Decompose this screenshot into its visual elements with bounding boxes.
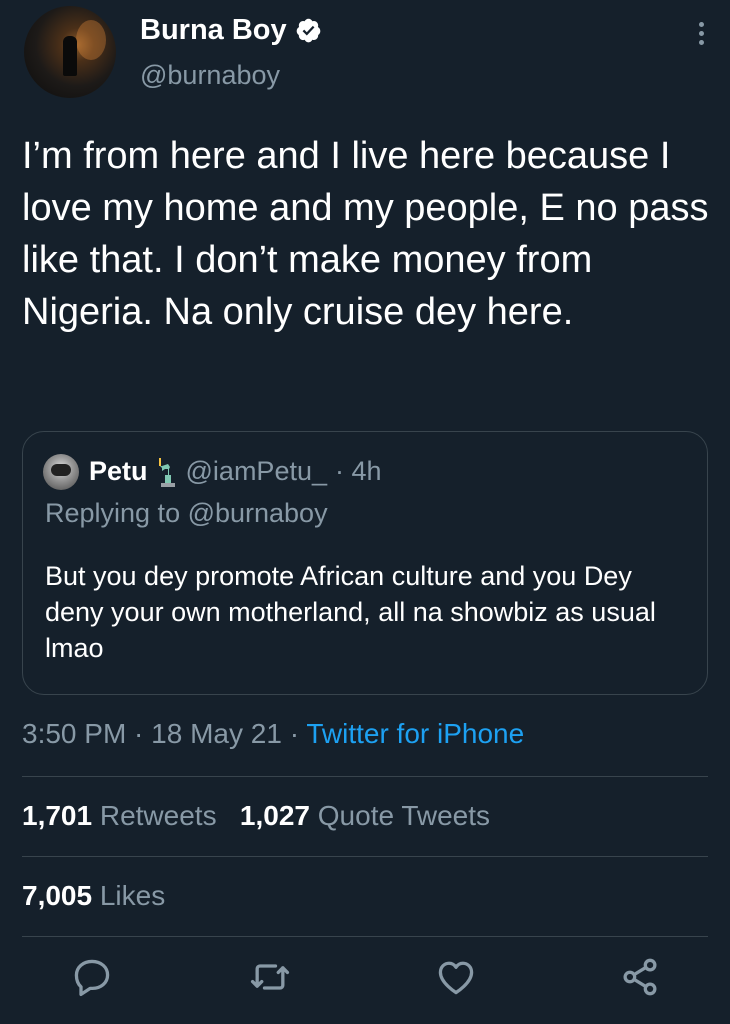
quotes-count: 1,027 [239, 800, 310, 831]
likes-label: Likes [99, 880, 166, 911]
retweets-count: 1,701 [22, 800, 93, 831]
likes-stats-row: 7,005 Likes [22, 880, 165, 912]
retweets-label: Retweets [99, 800, 217, 831]
verified-badge-icon [296, 18, 320, 43]
retweet-stats-row: 1,701 Retweets 1,027 Quote Tweets [22, 800, 490, 832]
quoted-tweet-header: Petu @iamPetu_ · 4h [89, 456, 382, 487]
statue-of-liberty-emoji [158, 457, 175, 487]
author-display-name[interactable]: Burna Boy [140, 14, 287, 47]
retweets-stat[interactable]: 1,701 Retweets [22, 800, 217, 831]
meta-separator: · [126, 718, 152, 749]
retweet-icon[interactable] [248, 955, 292, 999]
quoted-author-avatar [43, 454, 79, 490]
quoted-replying-to: Replying to @burnaboy [45, 498, 328, 528]
author-name-row[interactable]: Burna Boy [140, 14, 322, 47]
quoted-display-name: Petu [89, 456, 148, 486]
avatar-figure [63, 36, 77, 76]
tweet-date[interactable]: 18 May 21 [151, 718, 282, 749]
quoted-tweet-text: But you dey promote African culture and … [45, 561, 656, 663]
more-vertical-icon[interactable] [696, 22, 706, 48]
quoted-time-ago: · 4h [335, 456, 382, 486]
divider [22, 856, 708, 857]
divider [22, 936, 708, 937]
quote-tweets-stat[interactable]: 1,027 Quote Tweets [240, 800, 490, 831]
divider [22, 776, 708, 777]
avatar-glow [76, 20, 106, 60]
tweet-action-bar [0, 955, 730, 1005]
author-avatar[interactable] [24, 6, 116, 98]
reply-icon[interactable] [70, 955, 114, 999]
meta-separator: · [281, 718, 307, 749]
author-handle[interactable]: @burnaboy [140, 60, 280, 91]
quoted-handle: @iamPetu_ [185, 456, 327, 486]
tweet-time[interactable]: 3:50 PM [22, 718, 126, 749]
quotes-label: Quote Tweets [317, 800, 491, 831]
tweet-source-link[interactable]: Twitter for iPhone [306, 718, 524, 749]
tweet-text: I’m from here and I live here because I … [22, 135, 709, 333]
likes-stat[interactable]: 7,005 Likes [22, 880, 165, 911]
heart-icon[interactable] [434, 955, 478, 999]
likes-count: 7,005 [22, 880, 93, 911]
share-icon[interactable] [618, 955, 662, 999]
quoted-tweet-card[interactable]: Petu @iamPetu_ · 4h Replying to @burnabo… [22, 431, 708, 695]
tweet-meta: 3:50 PM · 18 May 21 · Twitter for iPhone [22, 718, 524, 750]
